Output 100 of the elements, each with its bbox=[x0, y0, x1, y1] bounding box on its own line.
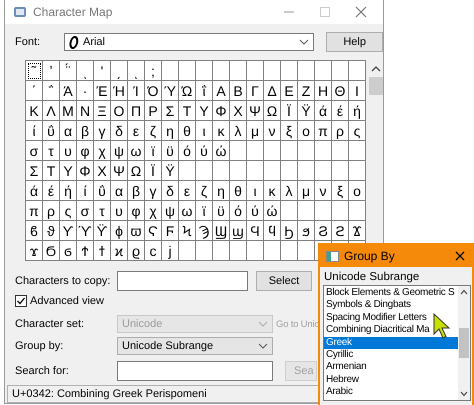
character-cell[interactable]: ΅ bbox=[43, 81, 60, 101]
character-cell[interactable]: Ϧ bbox=[281, 221, 298, 241]
character-cell[interactable]: ή bbox=[60, 181, 77, 201]
character-cell[interactable]: δ bbox=[162, 181, 179, 201]
character-cell[interactable]: ϭ bbox=[60, 241, 77, 261]
character-cell[interactable]: π bbox=[315, 121, 332, 141]
character-cell[interactable]: ά bbox=[315, 101, 332, 121]
character-cell[interactable]: ΰ bbox=[43, 121, 60, 141]
character-cell[interactable]: ͅ bbox=[77, 61, 94, 81]
character-cell[interactable]: ί bbox=[26, 121, 43, 141]
character-cell[interactable]: ϫ bbox=[26, 241, 43, 261]
character-cell[interactable]: Ό bbox=[145, 81, 162, 101]
character-cell[interactable]: ̓ bbox=[43, 61, 60, 81]
character-cell[interactable]: Ζ bbox=[298, 81, 315, 101]
character-cell[interactable]: ς bbox=[349, 121, 366, 141]
character-cell[interactable]: ϱ bbox=[128, 241, 145, 261]
character-cell[interactable]: ε bbox=[128, 121, 145, 141]
list-item[interactable]: Spacing Modifier Letters bbox=[324, 312, 458, 324]
character-cell[interactable]: τ bbox=[43, 141, 60, 161]
character-cell[interactable]: α bbox=[60, 121, 77, 141]
list-item[interactable]: Cyrillic bbox=[324, 348, 458, 362]
character-cell[interactable]: γ bbox=[94, 121, 111, 141]
character-cell[interactable]: Σ bbox=[162, 101, 179, 121]
character-cell[interactable]: σ bbox=[26, 141, 43, 161]
character-cell[interactable]: ͺ bbox=[128, 61, 145, 81]
character-cell[interactable]: φ bbox=[128, 201, 145, 221]
character-cell[interactable]: λ bbox=[230, 121, 247, 141]
character-cell[interactable]: ΰ bbox=[94, 181, 111, 201]
character-cell[interactable]: β bbox=[128, 181, 145, 201]
character-cell[interactable]: ο bbox=[298, 121, 315, 141]
character-cell[interactable]: Τ bbox=[43, 161, 60, 181]
character-cell[interactable]: ͵ bbox=[111, 61, 128, 81]
character-cell[interactable]: ʹ bbox=[94, 61, 111, 81]
character-cell[interactable]: ̈́ bbox=[60, 61, 77, 81]
character-cell[interactable]: Υ bbox=[60, 161, 77, 181]
character-cell[interactable]: Ξ bbox=[94, 101, 111, 121]
character-cell[interactable]: η bbox=[213, 181, 230, 201]
character-cell[interactable]: θ bbox=[230, 181, 247, 201]
character-cell[interactable]: Ϥ bbox=[247, 221, 264, 241]
character-cell[interactable]: Έ bbox=[94, 81, 111, 101]
character-cell[interactable]: Ϝ bbox=[162, 221, 179, 241]
character-cell[interactable]: ˜ bbox=[26, 61, 43, 81]
list-item[interactable]: Hebrew bbox=[324, 374, 458, 386]
character-cell[interactable]: ϧ bbox=[298, 221, 315, 241]
character-cell[interactable]: Χ bbox=[230, 101, 247, 121]
character-cell[interactable]: ϥ bbox=[264, 221, 281, 241]
character-cell[interactable]: · bbox=[77, 81, 94, 101]
character-cell[interactable]: σ bbox=[77, 201, 94, 221]
character-cell[interactable]: Ϋ bbox=[162, 161, 179, 181]
character-cell[interactable]: έ bbox=[43, 181, 60, 201]
character-cell[interactable]: ν bbox=[315, 181, 332, 201]
character-cell[interactable]: ϩ bbox=[332, 221, 349, 241]
character-cell[interactable]: Ψ bbox=[111, 161, 128, 181]
character-cell[interactable]: ό bbox=[230, 201, 247, 221]
character-cell[interactable]: ή bbox=[349, 101, 366, 121]
character-cell[interactable]: ώ bbox=[264, 201, 281, 221]
character-cell[interactable]: β bbox=[77, 121, 94, 141]
character-cell[interactable]: Ι bbox=[349, 81, 366, 101]
character-cell[interactable]: υ bbox=[60, 141, 77, 161]
character-cell[interactable]: Ϭ bbox=[43, 241, 60, 261]
character-cell[interactable]: ϰ bbox=[111, 241, 128, 261]
character-cell[interactable]: ψ bbox=[162, 201, 179, 221]
character-cell[interactable]: Φ bbox=[77, 161, 94, 181]
character-cell[interactable]: η bbox=[162, 121, 179, 141]
character-cell[interactable]: ω bbox=[128, 141, 145, 161]
advanced-view-checkbox[interactable]: Advanced view bbox=[15, 295, 104, 307]
character-cell[interactable]: ο bbox=[349, 181, 366, 201]
character-cell[interactable]: Κ bbox=[26, 101, 43, 121]
character-cell[interactable]: ϋ bbox=[162, 141, 179, 161]
character-cell[interactable]: Π bbox=[128, 101, 145, 121]
character-cell[interactable]: ί bbox=[77, 181, 94, 201]
character-cell[interactable]: Ϟ bbox=[179, 221, 196, 241]
character-cell[interactable]: υ bbox=[111, 201, 128, 221]
character-cell[interactable]: ϑ bbox=[43, 221, 60, 241]
character-cell[interactable]: ι bbox=[247, 181, 264, 201]
character-cell[interactable]: μ bbox=[247, 121, 264, 141]
character-cell[interactable]: ζ bbox=[145, 121, 162, 141]
character-cell[interactable]: Ϋ bbox=[298, 101, 315, 121]
character-cell[interactable]: ε bbox=[179, 181, 196, 201]
character-cell[interactable]: ύ bbox=[247, 201, 264, 221]
character-cell[interactable]: ϔ bbox=[94, 221, 111, 241]
character-cell[interactable]: ΄ bbox=[26, 81, 43, 101]
character-cell[interactable]: Θ bbox=[332, 81, 349, 101]
list-item[interactable]: Greek bbox=[324, 336, 458, 349]
character-cell[interactable]: χ bbox=[145, 201, 162, 221]
character-cell[interactable]: ά bbox=[26, 181, 43, 201]
character-cell[interactable]: ϲ bbox=[145, 241, 162, 261]
font-dropdown[interactable]: Arial bbox=[64, 33, 314, 51]
character-cell[interactable]: Ν bbox=[77, 101, 94, 121]
character-cell[interactable]: ω bbox=[179, 201, 196, 221]
character-cell[interactable]: Ή bbox=[111, 81, 128, 101]
character-cell[interactable]: Ϩ bbox=[315, 221, 332, 241]
character-cell[interactable]: ΐ bbox=[196, 81, 213, 101]
character-cell[interactable]: Ρ bbox=[145, 101, 162, 121]
character-cell[interactable]: Σ bbox=[26, 161, 43, 181]
character-cell[interactable]: θ bbox=[179, 121, 196, 141]
character-cell[interactable]: ι bbox=[196, 121, 213, 141]
character-cell[interactable]: κ bbox=[264, 181, 281, 201]
character-cell[interactable]: Ϣ bbox=[213, 221, 230, 241]
character-cell[interactable]: Ω bbox=[128, 161, 145, 181]
